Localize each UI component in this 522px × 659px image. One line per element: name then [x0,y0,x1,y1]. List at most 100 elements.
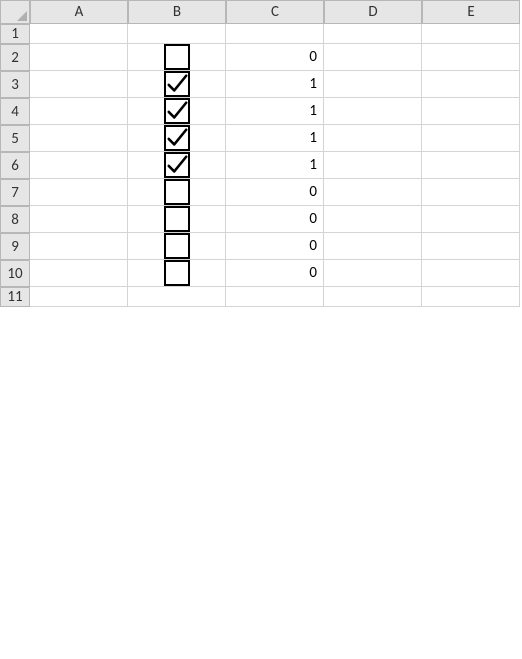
cell-d8[interactable] [324,206,422,233]
cell-value: 0 [309,210,317,228]
column-header-b[interactable]: B [128,0,226,24]
cell-c11[interactable] [226,287,324,307]
row-header-4[interactable]: 4 [0,98,30,125]
cell-b10[interactable] [128,260,226,287]
checkbox-unchecked[interactable] [164,44,190,70]
cell-c4[interactable]: 1 [226,98,324,125]
checkbox-checked[interactable] [164,98,190,124]
cell-a5[interactable] [30,125,128,152]
cell-c7[interactable]: 0 [226,179,324,206]
cell-d3[interactable] [324,71,422,98]
cell-b1[interactable] [128,24,226,44]
column-header-e[interactable]: E [422,0,520,24]
column-header-c[interactable]: C [226,0,324,24]
cell-e6[interactable] [422,152,520,179]
row-header-5[interactable]: 5 [0,125,30,152]
row-header-10[interactable]: 10 [0,260,30,287]
cell-c2[interactable]: 0 [226,44,324,71]
cell-c1[interactable] [226,24,324,44]
cell-value: 0 [309,264,317,282]
cell-b3[interactable] [128,71,226,98]
checkbox-unchecked[interactable] [164,206,190,232]
cell-e10[interactable] [422,260,520,287]
cell-c6[interactable]: 1 [226,152,324,179]
cell-c9[interactable]: 0 [226,233,324,260]
cell-d9[interactable] [324,233,422,260]
checkbox-unchecked[interactable] [164,233,190,259]
row-header-1[interactable]: 1 [0,24,30,44]
cell-e5[interactable] [422,125,520,152]
cell-e9[interactable] [422,233,520,260]
checkbox-unchecked[interactable] [164,260,190,286]
cell-c5[interactable]: 1 [226,125,324,152]
cell-value: 0 [309,183,317,201]
cell-a7[interactable] [30,179,128,206]
cell-e1[interactable] [422,24,520,44]
cell-b6[interactable] [128,152,226,179]
cell-a3[interactable] [30,71,128,98]
cell-e11[interactable] [422,287,520,307]
row-header-11[interactable]: 11 [0,287,30,307]
cell-c10[interactable]: 0 [226,260,324,287]
check-icon [166,154,188,176]
cell-value: 1 [309,156,317,174]
checkbox-wrap [128,260,225,286]
cell-b7[interactable] [128,179,226,206]
cell-a4[interactable] [30,98,128,125]
checkbox-unchecked[interactable] [164,179,190,205]
cell-d6[interactable] [324,152,422,179]
row-header-7[interactable]: 7 [0,179,30,206]
cell-value: 1 [309,75,317,93]
select-all-corner[interactable] [0,0,30,24]
checkbox-wrap [128,206,225,232]
checkbox-wrap [128,152,225,178]
cell-value: 1 [309,102,317,120]
row-header-3[interactable]: 3 [0,71,30,98]
cell-e3[interactable] [422,71,520,98]
cell-d10[interactable] [324,260,422,287]
cell-a8[interactable] [30,206,128,233]
checkbox-checked[interactable] [164,125,190,151]
checkbox-wrap [128,233,225,259]
cell-d2[interactable] [324,44,422,71]
row-header-6[interactable]: 6 [0,152,30,179]
row-header-2[interactable]: 2 [0,44,30,71]
cell-d1[interactable] [324,24,422,44]
check-icon [166,100,188,122]
cell-b8[interactable] [128,206,226,233]
check-icon [166,73,188,95]
cell-b4[interactable] [128,98,226,125]
cell-c8[interactable]: 0 [226,206,324,233]
check-icon [166,127,188,149]
checkbox-wrap [128,44,225,70]
checkbox-wrap [128,98,225,124]
cell-b2[interactable] [128,44,226,71]
cell-d11[interactable] [324,287,422,307]
cell-e4[interactable] [422,98,520,125]
cell-value: 1 [309,129,317,147]
cell-b5[interactable] [128,125,226,152]
cell-d7[interactable] [324,179,422,206]
cell-c3[interactable]: 1 [226,71,324,98]
cell-a9[interactable] [30,233,128,260]
column-header-d[interactable]: D [324,0,422,24]
checkbox-wrap [128,71,225,97]
cell-b9[interactable] [128,233,226,260]
checkbox-checked[interactable] [164,71,190,97]
row-header-9[interactable]: 9 [0,233,30,260]
cell-b11[interactable] [128,287,226,307]
cell-a6[interactable] [30,152,128,179]
checkbox-wrap [128,125,225,151]
cell-e7[interactable] [422,179,520,206]
row-header-8[interactable]: 8 [0,206,30,233]
cell-a11[interactable] [30,287,128,307]
checkbox-checked[interactable] [164,152,190,178]
cell-a2[interactable] [30,44,128,71]
cell-e8[interactable] [422,206,520,233]
cell-a10[interactable] [30,260,128,287]
column-header-a[interactable]: A [30,0,128,24]
cell-d5[interactable] [324,125,422,152]
cell-d4[interactable] [324,98,422,125]
cell-a1[interactable] [30,24,128,44]
cell-e2[interactable] [422,44,520,71]
